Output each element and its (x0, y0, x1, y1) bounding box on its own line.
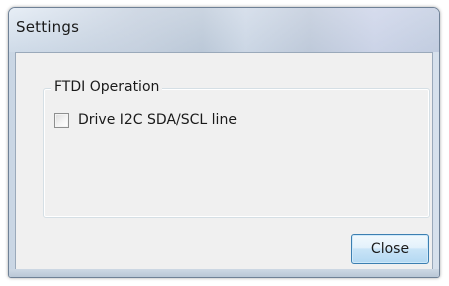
drive-i2c-checkbox-row[interactable]: Drive I2C SDA/SCL line (54, 110, 237, 130)
title-bar[interactable]: Settings (9, 8, 439, 52)
drive-i2c-checkbox-label[interactable]: Drive I2C SDA/SCL line (78, 112, 237, 128)
ftdi-operation-groupbox: FTDI Operation Drive I2C SDA/SCL line (43, 79, 430, 218)
drive-i2c-checkbox[interactable] (54, 112, 69, 128)
window-title: Settings (16, 18, 80, 36)
dialog-client-area: FTDI Operation Drive I2C SDA/SCL line Cl… (15, 52, 433, 271)
close-button[interactable]: Close (351, 234, 429, 264)
settings-dialog: Settings FTDI Operation Drive I2C SDA/SC… (8, 7, 440, 278)
window-bottom-frame (9, 269, 439, 277)
groupbox-legend: FTDI Operation (51, 79, 163, 95)
